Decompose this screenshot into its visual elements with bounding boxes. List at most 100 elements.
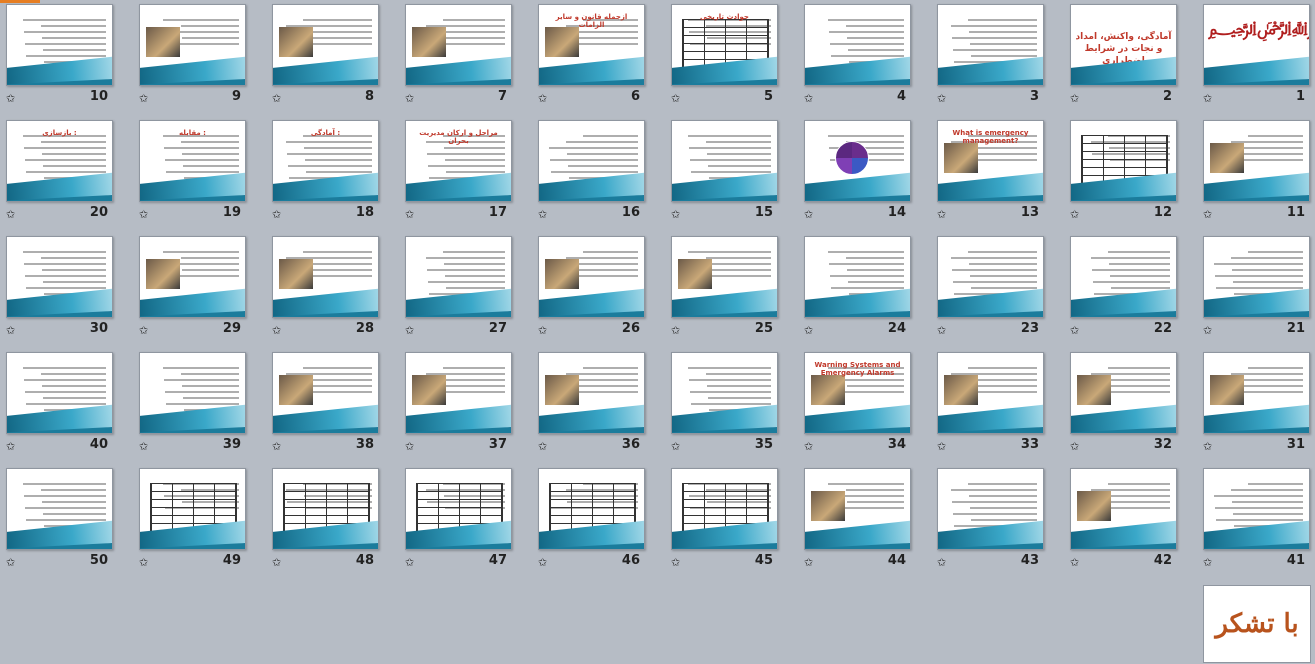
slide-cell[interactable]: ✩ 44: [799, 464, 932, 580]
slide-thumbnail[interactable]: [671, 236, 778, 318]
slide-cell[interactable]: ✩ 32: [1065, 348, 1198, 464]
slide-cell[interactable]: ✩ 21: [1198, 232, 1315, 348]
slide-thumbnail[interactable]: [6, 352, 113, 434]
slide-thumbnail[interactable]: [6, 468, 113, 550]
slide-cell[interactable]: ✩ 39: [134, 348, 267, 464]
star-icon[interactable]: ✩: [538, 92, 547, 105]
star-icon[interactable]: ✩: [1203, 92, 1212, 105]
star-icon[interactable]: ✩: [272, 92, 281, 105]
star-icon[interactable]: ✩: [1203, 324, 1212, 337]
star-icon[interactable]: ✩: [937, 556, 946, 569]
slide-cell[interactable]: ✩ 31: [1198, 348, 1315, 464]
star-icon[interactable]: ✩: [1203, 556, 1212, 569]
slide-cell[interactable]: ✩ 9: [134, 0, 267, 116]
slide-cell[interactable]: ✩ 42: [1065, 464, 1198, 580]
star-icon[interactable]: ✩: [6, 556, 15, 569]
slide-thumbnail[interactable]: [1070, 236, 1177, 318]
star-icon[interactable]: ✩: [804, 556, 813, 569]
slide-cell[interactable]: ✩ 35: [666, 348, 799, 464]
slide-thumbnail[interactable]: What is emergency management?: [937, 120, 1044, 202]
star-icon[interactable]: ✩: [405, 440, 414, 453]
slide-cell[interactable]: ✩ 30: [1, 232, 134, 348]
slide-cell[interactable]: ✩ 49: [134, 464, 267, 580]
slide-cell[interactable]: ✩ 50: [1, 464, 134, 580]
slide-thumbnail[interactable]: [937, 352, 1044, 434]
slide-cell[interactable]: ✩ 46: [533, 464, 666, 580]
star-icon[interactable]: ✩: [1070, 324, 1079, 337]
slide-thumbnail[interactable]: [671, 468, 778, 550]
slide-cell[interactable]: ✩ 10: [1, 0, 134, 116]
slide-thumbnail[interactable]: [671, 120, 778, 202]
star-icon[interactable]: ✩: [272, 208, 281, 221]
star-icon[interactable]: ✩: [671, 440, 680, 453]
slide-cell[interactable]: What is emergency management? ✩ 13: [932, 116, 1065, 232]
star-icon[interactable]: ✩: [139, 324, 148, 337]
slide-cell[interactable]: ✩ 23: [932, 232, 1065, 348]
star-icon[interactable]: ✩: [272, 440, 281, 453]
slide-cell[interactable]: ✩ 27: [400, 232, 533, 348]
slide-thumbnail[interactable]: ازجمله قانون و سایر الزامات: [538, 4, 645, 86]
slide-cell[interactable]: ✩ 22: [1065, 232, 1198, 348]
star-icon[interactable]: ✩: [937, 440, 946, 453]
slide-cell[interactable]: ✩ 43: [932, 464, 1065, 580]
slide-cell[interactable]: ✩ 11: [1198, 116, 1315, 232]
star-icon[interactable]: ✩: [804, 440, 813, 453]
slide-thumbnail[interactable]: [272, 4, 379, 86]
slide-cell[interactable]: مراحل و ارکان مدیریت بحران ✩ 17: [400, 116, 533, 232]
slide-thumbnail[interactable]: [804, 120, 911, 202]
slide-cell[interactable]: آمادگی، واکنش، امداد و نجات در شرایط اضط…: [1065, 0, 1198, 116]
slide-cell[interactable]: ✩ 16: [533, 116, 666, 232]
slide-thumbnail[interactable]: [1070, 120, 1177, 202]
slide-thumbnail[interactable]: [405, 236, 512, 318]
slide-cell[interactable]: ✩ 8: [267, 0, 400, 116]
star-icon[interactable]: ✩: [538, 556, 547, 569]
slide-thumbnail[interactable]: [1203, 468, 1310, 550]
slide-thumbnail[interactable]: [937, 468, 1044, 550]
star-icon[interactable]: ✩: [804, 208, 813, 221]
slide-cell[interactable]: ✩ 45: [666, 464, 799, 580]
slide-thumbnail[interactable]: [139, 4, 246, 86]
star-icon[interactable]: ✩: [272, 556, 281, 569]
slide-cell[interactable]: ✩ 15: [666, 116, 799, 232]
slide-cell[interactable]: ✩ 3: [932, 0, 1065, 116]
star-icon[interactable]: ✩: [671, 556, 680, 569]
star-icon[interactable]: ✩: [804, 92, 813, 105]
slide-thumbnail[interactable]: Warning Systems and Emergency Alarms: [804, 352, 911, 434]
slide-thumbnail[interactable]: [1203, 352, 1310, 434]
slide-cell[interactable]: ✩ 37: [400, 348, 533, 464]
star-icon[interactable]: ✩: [671, 208, 680, 221]
slide-thumbnail[interactable]: [139, 468, 246, 550]
slide-cell[interactable]: ✩ 38: [267, 348, 400, 464]
slide-cell[interactable]: ✩ 4: [799, 0, 932, 116]
final-thanks-slide[interactable]: با تشکر: [1203, 585, 1311, 663]
slide-thumbnail[interactable]: [6, 4, 113, 86]
slide-cell[interactable]: حوادث تاریخی ✩ 5: [666, 0, 799, 116]
slide-thumbnail[interactable]: [538, 236, 645, 318]
slide-thumbnail[interactable]: [6, 236, 113, 318]
slide-thumbnail[interactable]: [272, 468, 379, 550]
star-icon[interactable]: ✩: [1070, 556, 1079, 569]
slide-thumbnail[interactable]: [1070, 352, 1177, 434]
star-icon[interactable]: ✩: [405, 324, 414, 337]
star-icon[interactable]: ✩: [139, 440, 148, 453]
star-icon[interactable]: ✩: [139, 556, 148, 569]
slide-thumbnail[interactable]: ﷽: [1203, 4, 1310, 86]
star-icon[interactable]: ✩: [405, 208, 414, 221]
slide-thumbnail[interactable]: بازسازی :: [6, 120, 113, 202]
slide-cell[interactable]: بازسازی : ✩ 20: [1, 116, 134, 232]
slide-cell[interactable]: ✩ 7: [400, 0, 533, 116]
slide-thumbnail[interactable]: [804, 4, 911, 86]
slide-cell[interactable]: Warning Systems and Emergency Alarms ✩ 34: [799, 348, 932, 464]
slide-thumbnail[interactable]: [272, 352, 379, 434]
slide-thumbnail[interactable]: [139, 352, 246, 434]
slide-cell[interactable]: ✩ 25: [666, 232, 799, 348]
slide-thumbnail[interactable]: [671, 352, 778, 434]
star-icon[interactable]: ✩: [937, 324, 946, 337]
slide-thumbnail[interactable]: مقابله :: [139, 120, 246, 202]
slide-thumbnail[interactable]: [405, 468, 512, 550]
star-icon[interactable]: ✩: [671, 324, 680, 337]
slide-thumbnail[interactable]: [405, 352, 512, 434]
slide-thumbnail[interactable]: [139, 236, 246, 318]
slide-cell[interactable]: ✩ 36: [533, 348, 666, 464]
star-icon[interactable]: ✩: [6, 208, 15, 221]
